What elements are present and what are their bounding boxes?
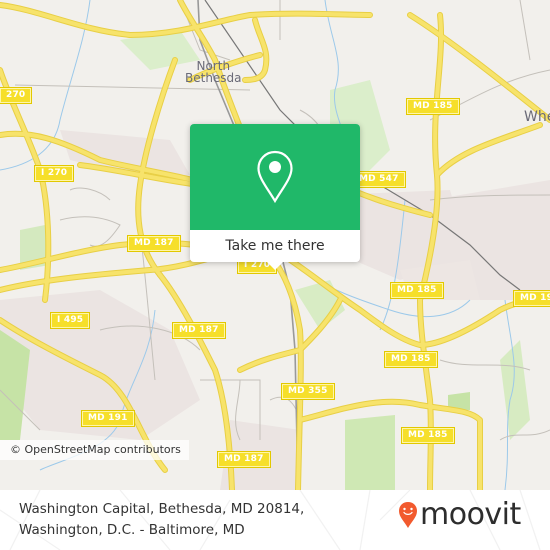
road-shield-i270: 270 xyxy=(0,87,33,104)
road-shield-md547: MD 547 xyxy=(352,171,406,188)
road-shield-md185: MD 185 xyxy=(384,351,438,368)
map-attribution[interactable]: © OpenStreetMap contributors xyxy=(0,440,189,460)
road-shield-md187: MD 187 xyxy=(127,235,181,252)
road-shield-i270: I 270 xyxy=(33,165,75,182)
road-shield-md187: MD 187 xyxy=(217,451,271,468)
address-line-1: Washington Capital, Bethesda, MD 20814, xyxy=(19,501,305,517)
footer: Washington Capital, Bethesda, MD 20814, … xyxy=(0,490,550,550)
location-popup: Take me there xyxy=(190,124,360,270)
place-label-wheaton: Whe xyxy=(524,109,550,125)
moovit-logo[interactable]: moovit xyxy=(398,497,521,533)
address-text: Washington Capital, Bethesda, MD 20814, … xyxy=(19,499,304,541)
take-me-there-button[interactable]: Take me there xyxy=(190,230,360,262)
road-shield-md191: MD 191 xyxy=(81,410,135,427)
place-label-line: Whe xyxy=(524,109,550,125)
road-shield-md185: MD 185 xyxy=(406,98,460,115)
road-shield-i495: I 495 xyxy=(49,312,91,329)
map-view[interactable]: North Bethesda Whe 270 I 270 MD 187 MD 1… xyxy=(0,0,550,490)
popup-pin-area[interactable] xyxy=(190,124,360,230)
road-shield-md185: MD 185 xyxy=(401,427,455,444)
road-shield-md355: MD 355 xyxy=(281,383,335,400)
place-label-line: Bethesda xyxy=(185,71,242,85)
moovit-wordmark: moovit xyxy=(420,497,521,532)
place-label-north-bethesda: North Bethesda xyxy=(185,60,242,84)
popup-tail xyxy=(267,262,283,270)
address-line-2: Washington, D.C. - Baltimore, MD xyxy=(19,522,245,538)
road-shield-md19x: MD 19 xyxy=(512,290,550,307)
moovit-pin-icon xyxy=(399,502,417,528)
road-shield-md185: MD 185 xyxy=(390,282,444,299)
map-pin-icon xyxy=(257,150,293,204)
road-shield-md187: MD 187 xyxy=(172,322,226,339)
